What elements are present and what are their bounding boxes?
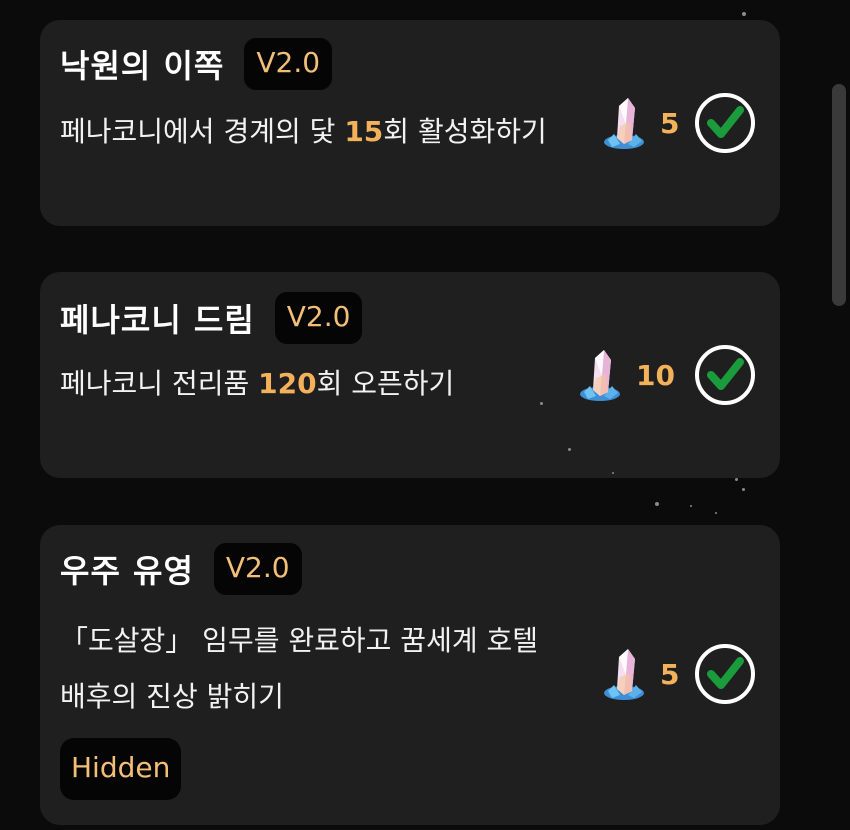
- dust-particle: [742, 12, 746, 16]
- scrollbar-thumb[interactable]: [832, 84, 846, 306]
- highlight-number: 120: [258, 367, 317, 400]
- achievement-title: 페나코니 드림: [60, 301, 255, 339]
- achievement-title-row: 낙원의 이쪽 V2.0: [60, 38, 333, 90]
- achievement-title: 낙원의 이쪽: [60, 47, 225, 85]
- hidden-badge: Hidden: [60, 738, 182, 800]
- reward-area: 10: [576, 344, 756, 406]
- reward-area: 5: [600, 643, 756, 705]
- achievement-card[interactable]: 우주 유영 V2.0 「도살장」 임무를 완료하고 꿈세계 호텔 배후의 진상 …: [40, 525, 780, 825]
- dust-particle: [612, 472, 614, 474]
- reward-count: 5: [660, 106, 680, 140]
- check-circle-icon: [695, 345, 755, 405]
- dust-particle: [735, 478, 738, 481]
- dust-particle: [540, 402, 543, 405]
- achievement-description: 페나코니에서 경계의 닻 15회 활성화하기: [60, 115, 547, 148]
- dust-particle: [655, 502, 659, 506]
- reward-count: 10: [636, 358, 675, 392]
- check-circle-icon: [695, 93, 755, 153]
- achievement-list-page: 낙원의 이쪽 V2.0 페나코니에서 경계의 닻 15회 활성화하기 5 페나코…: [0, 0, 850, 830]
- achievement-title-row: 페나코니 드림 V2.0: [60, 292, 363, 344]
- version-badge: V2.0: [213, 543, 302, 595]
- version-badge: V2.0: [274, 292, 363, 344]
- reward-count: 5: [660, 657, 680, 691]
- dust-particle: [690, 505, 692, 507]
- achievement-title: 우주 유영: [60, 552, 194, 590]
- crystal-icon: [604, 98, 644, 149]
- version-badge: V2.0: [244, 38, 333, 90]
- achievement-description: 페나코니 전리품 120회 오픈하기: [60, 367, 455, 400]
- dust-particle: [715, 512, 717, 514]
- achievement-card[interactable]: 낙원의 이쪽 V2.0 페나코니에서 경계의 닻 15회 활성화하기 5: [40, 20, 780, 226]
- dust-particle: [568, 448, 571, 451]
- check-circle-icon: [695, 644, 755, 704]
- crystal-icon: [580, 350, 620, 401]
- crystal-icon: [604, 649, 644, 700]
- achievement-card[interactable]: 페나코니 드림 V2.0 페나코니 전리품 120회 오픈하기 10: [40, 272, 780, 478]
- achievement-title-row: 우주 유영 V2.0: [60, 543, 302, 595]
- reward-area: 5: [600, 92, 756, 154]
- dust-particle: [742, 488, 745, 491]
- highlight-number: 15: [344, 115, 384, 148]
- achievement-description: 「도살장」 임무를 완료하고 꿈세계 호텔 배후의 진상 밝히기: [60, 624, 539, 713]
